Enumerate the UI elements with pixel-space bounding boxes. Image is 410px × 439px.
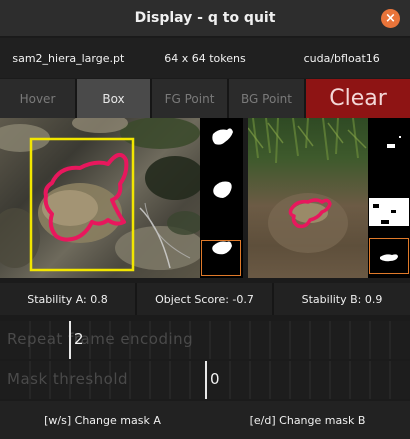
mask-a-candidates [200,118,243,278]
threshold-slider-handle[interactable] [205,361,207,399]
fg-point-mode-button[interactable]: FG Point [152,79,227,118]
device-info: cuda/bfloat16 [303,51,380,65]
token-count: 64 x 64 tokens [164,51,246,65]
mask-a-selected-indicator [201,240,241,276]
image-a-scene [0,118,200,272]
mask-b-hint: [e/d] Change mask B [249,413,366,427]
stability-a: Stability A: 0.8 [0,283,135,315]
bg-point-mode-button[interactable]: BG Point [229,79,304,118]
clear-button[interactable]: Clear [306,79,410,118]
image-b-panel[interactable] [248,118,368,278]
title-bar: Display - q to quit × [0,0,410,37]
close-button[interactable]: × [381,9,400,28]
mask-b-option-3[interactable] [369,238,409,274]
mask-threshold-slider[interactable]: Mask threshold 0 [0,361,410,399]
info-row: sam2_hiera_large.pt 64 x 64 tokens cuda/… [0,38,410,78]
repeat-slider-label: Repeat frame encoding [7,330,194,348]
repeat-frame-encoding-slider[interactable]: Repeat frame encoding 2 [0,321,410,359]
stability-b: Stability B: 0.9 [274,283,410,315]
repeat-slider-value: 2 [74,330,84,348]
mask-b-candidates [368,118,410,278]
mask-b-option-1-icon [387,136,401,148]
threshold-slider-value: 0 [210,370,220,388]
object-score: Object Score: -0.7 [137,283,272,315]
mask-a-hint: [w/s] Change mask A [44,413,161,427]
mask-a-option-2[interactable] [201,174,241,226]
image-b-scene [248,118,367,253]
hover-mode-button[interactable]: Hover [0,79,75,118]
box-mode-button[interactable]: Box [77,79,150,118]
image-a-panel[interactable] [0,118,200,278]
mask-b-option-2[interactable] [369,174,409,226]
window-title: Display - q to quit [134,10,276,26]
mask-a-option-1[interactable] [201,120,241,172]
mask-b-option-3-icon [380,254,398,262]
footer-hints: [w/s] Change mask A [e/d] Change mask B [0,401,410,439]
mask-a-option-2-icon [213,181,232,198]
repeat-slider-handle[interactable] [69,321,71,359]
threshold-slider-label: Mask threshold [7,370,129,388]
mode-toolbar: Hover Box FG Point BG Point Clear [0,79,410,118]
model-name: sam2_hiera_large.pt [12,51,125,65]
stats-row: Stability A: 0.8 Object Score: -0.7 Stab… [0,283,410,315]
mask-b-option-2-icon [369,198,409,226]
mask-a-option-1-icon [212,128,233,145]
mask-b-option-1[interactable] [369,120,409,172]
close-icon: × [385,10,396,26]
